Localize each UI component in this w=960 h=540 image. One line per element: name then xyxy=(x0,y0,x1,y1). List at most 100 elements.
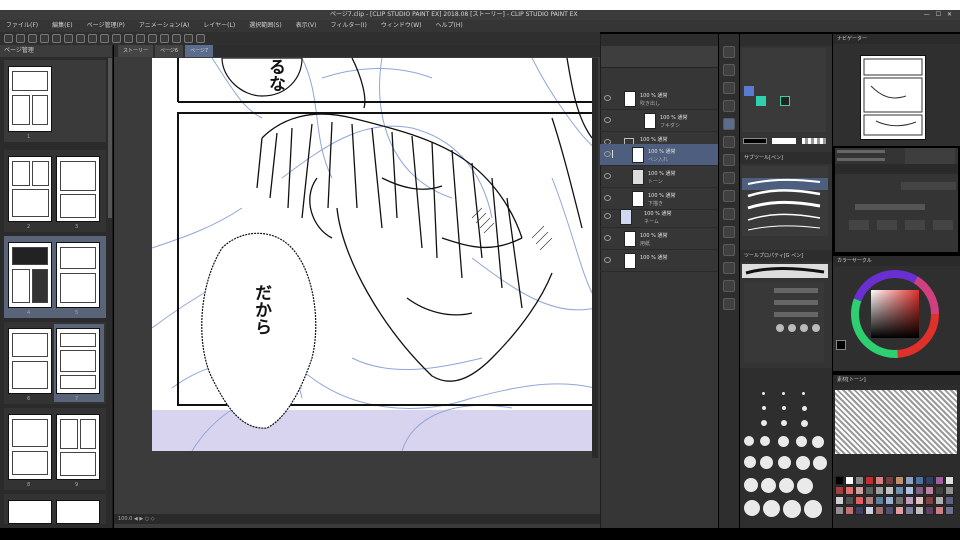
transform-icon[interactable] xyxy=(88,34,97,43)
size-dot[interactable] xyxy=(797,478,813,494)
color-swatch[interactable] xyxy=(885,496,894,505)
menu-file[interactable]: ファイル(F) xyxy=(6,20,38,32)
size-dot[interactable] xyxy=(762,406,766,410)
aa-option[interactable] xyxy=(800,324,808,332)
property-field[interactable] xyxy=(855,204,925,210)
color-swatch[interactable] xyxy=(915,476,924,485)
canvas-vscrollbar[interactable] xyxy=(592,58,598,458)
size-dot[interactable] xyxy=(782,406,786,410)
color-swatch[interactable] xyxy=(875,486,884,495)
move-tool-icon[interactable] xyxy=(723,64,735,76)
size-dot[interactable] xyxy=(760,456,773,469)
main-color-chip[interactable] xyxy=(743,138,767,144)
tone-material-grid[interactable] xyxy=(835,390,957,454)
aa-option[interactable] xyxy=(788,324,796,332)
size-dot[interactable] xyxy=(762,392,765,395)
color-swatch[interactable] xyxy=(875,476,884,485)
layer-row[interactable]: 100 % 通常 吹き出し xyxy=(600,88,718,110)
gradient-tool-icon[interactable] xyxy=(723,208,735,220)
color-swatch[interactable] xyxy=(855,496,864,505)
eye-icon[interactable] xyxy=(604,213,611,219)
layer-row[interactable]: 100 % 通常 xyxy=(600,250,718,272)
color-swatch[interactable] xyxy=(865,496,874,505)
size-dot[interactable] xyxy=(781,420,787,426)
fill-icon[interactable] xyxy=(76,34,85,43)
size-dot[interactable] xyxy=(778,436,789,447)
rotate-slider[interactable] xyxy=(837,158,885,161)
frame-tool-icon[interactable] xyxy=(723,244,735,256)
tab-story[interactable]: ストーリー xyxy=(118,45,154,57)
save-icon[interactable] xyxy=(28,34,37,43)
undo-icon[interactable] xyxy=(40,34,49,43)
check-icon[interactable] xyxy=(184,34,193,43)
color-swatch[interactable] xyxy=(935,506,944,515)
eye-icon[interactable] xyxy=(604,151,611,157)
color-swatch[interactable] xyxy=(845,496,854,505)
menu-layer[interactable]: レイヤー(L) xyxy=(203,20,235,32)
menu-view[interactable]: 表示(V) xyxy=(296,20,317,32)
color-swatch[interactable] xyxy=(945,486,954,495)
page-thumb-2[interactable] xyxy=(8,156,52,222)
layer-row[interactable]: 100 % 通常 ネーム xyxy=(600,206,718,228)
size-dot[interactable] xyxy=(782,392,785,395)
color-swatch[interactable] xyxy=(935,496,944,505)
size-dot[interactable] xyxy=(802,406,807,411)
aa-option[interactable] xyxy=(776,324,784,332)
window-controls[interactable]: — ☐ ✕ xyxy=(924,10,954,20)
eyedropper-tool-icon[interactable] xyxy=(723,100,735,112)
menu-help[interactable]: ヘルプ(H) xyxy=(435,20,462,32)
color-swatch[interactable] xyxy=(925,506,934,515)
menu-filter[interactable]: フィルター(I) xyxy=(331,20,367,32)
color-swatch[interactable] xyxy=(905,496,914,505)
view-buttons[interactable] xyxy=(905,148,955,164)
tab-page6[interactable]: ページ6 xyxy=(155,45,184,57)
size-dot[interactable] xyxy=(744,478,758,492)
size-dot[interactable] xyxy=(779,478,794,493)
figure-tool-icon[interactable] xyxy=(723,226,735,238)
size-dot[interactable] xyxy=(763,500,780,517)
color-swatch[interactable] xyxy=(895,486,904,495)
color-swatch[interactable] xyxy=(895,476,904,485)
opacity-slider[interactable] xyxy=(774,300,818,305)
color-swatch[interactable] xyxy=(915,496,924,505)
color-swatch[interactable] xyxy=(905,486,914,495)
page-thumb-9[interactable] xyxy=(56,414,100,480)
pen-subtool-icon[interactable] xyxy=(744,86,754,96)
page-thumb-4[interactable] xyxy=(8,242,52,308)
color-swatch[interactable] xyxy=(875,496,884,505)
size-dot[interactable] xyxy=(761,420,767,426)
tool-property-settings[interactable] xyxy=(744,282,824,362)
eye-icon[interactable] xyxy=(604,195,611,201)
color-swatch[interactable] xyxy=(855,476,864,485)
color-swatch[interactable] xyxy=(925,496,934,505)
menu-window[interactable]: ウィンドウ(W) xyxy=(381,20,422,32)
size-dot[interactable] xyxy=(812,436,824,448)
size-dot[interactable] xyxy=(761,478,776,493)
page-thumb-1[interactable] xyxy=(8,66,52,132)
color-swatch[interactable] xyxy=(925,486,934,495)
color-swatch[interactable] xyxy=(915,486,924,495)
eraser-tool-icon[interactable] xyxy=(723,172,735,184)
color-swatch[interactable] xyxy=(845,506,854,515)
rotate-icon[interactable] xyxy=(160,34,169,43)
size-dot[interactable] xyxy=(804,500,822,518)
brush-tool-icon[interactable] xyxy=(723,154,735,166)
property-dropdown[interactable] xyxy=(901,182,956,190)
eye-icon[interactable] xyxy=(604,95,611,101)
color-swatch[interactable] xyxy=(945,506,954,515)
menu-edit[interactable]: 編集(E) xyxy=(52,20,72,32)
color-swatch[interactable] xyxy=(835,506,844,515)
pencil-tool-icon[interactable] xyxy=(723,136,735,148)
eye-icon[interactable] xyxy=(604,257,611,263)
color-swatch[interactable] xyxy=(895,506,904,515)
ruler-icon[interactable] xyxy=(136,34,145,43)
size-dot[interactable] xyxy=(744,436,754,446)
manga-page[interactable]: るな だから xyxy=(152,58,595,451)
size-dot[interactable] xyxy=(778,456,791,469)
page-thumb-8[interactable] xyxy=(8,414,52,480)
color-swatch[interactable] xyxy=(945,496,954,505)
page-thumb-11[interactable] xyxy=(56,500,100,524)
color-swatch[interactable] xyxy=(935,476,944,485)
color-swatch[interactable] xyxy=(835,486,844,495)
property-button[interactable] xyxy=(849,220,869,230)
